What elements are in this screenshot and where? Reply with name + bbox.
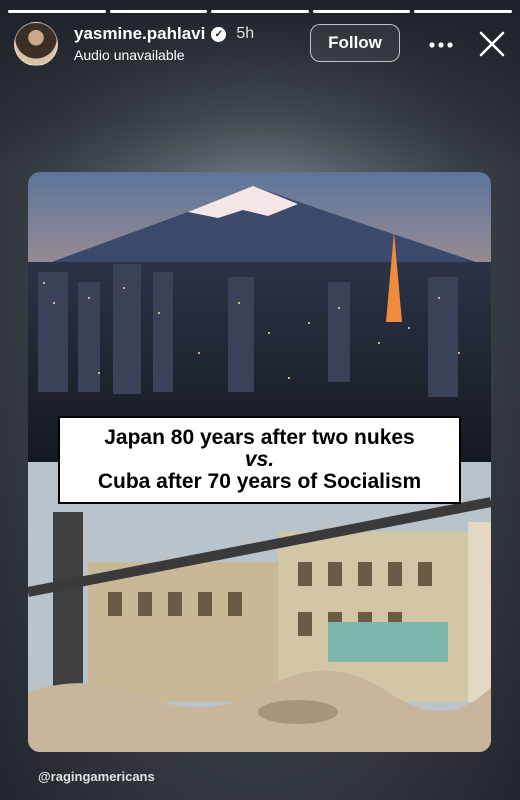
story-progress-bar	[8, 10, 512, 13]
username[interactable]: yasmine.pahlavi	[74, 24, 205, 44]
havana-buildings-photo	[28, 462, 491, 752]
more-options-icon[interactable]	[426, 30, 456, 60]
progress-segment	[8, 10, 106, 13]
progress-segment	[211, 10, 309, 13]
caption-line-3: Cuba after 70 years of Socialism	[97, 470, 422, 494]
audio-status: Audio unavailable	[74, 47, 185, 63]
avatar[interactable]	[14, 22, 58, 66]
progress-segment	[312, 10, 411, 13]
follow-button[interactable]: Follow	[310, 24, 400, 62]
time-ago: 5h	[236, 25, 255, 42]
story-header: yasmine.pahlavi ✓ 5h Audio unavailable F…	[14, 22, 506, 68]
progress-segment	[414, 10, 512, 13]
close-icon[interactable]	[476, 28, 508, 60]
source-credit[interactable]: @ragingamericans	[38, 769, 155, 784]
progress-segment	[109, 10, 208, 13]
verified-badge-icon: ✓	[211, 26, 227, 42]
caption-line-1: Japan 80 years after two nukes	[104, 425, 415, 449]
username-row[interactable]: yasmine.pahlavi ✓ 5h	[74, 24, 254, 44]
caption-line-2: vs.	[244, 447, 275, 471]
caption-box: Japan 80 years after two nukes vs. Cuba …	[58, 416, 461, 504]
story-post-image[interactable]: Japan 80 years after two nukes vs. Cuba …	[28, 172, 491, 752]
